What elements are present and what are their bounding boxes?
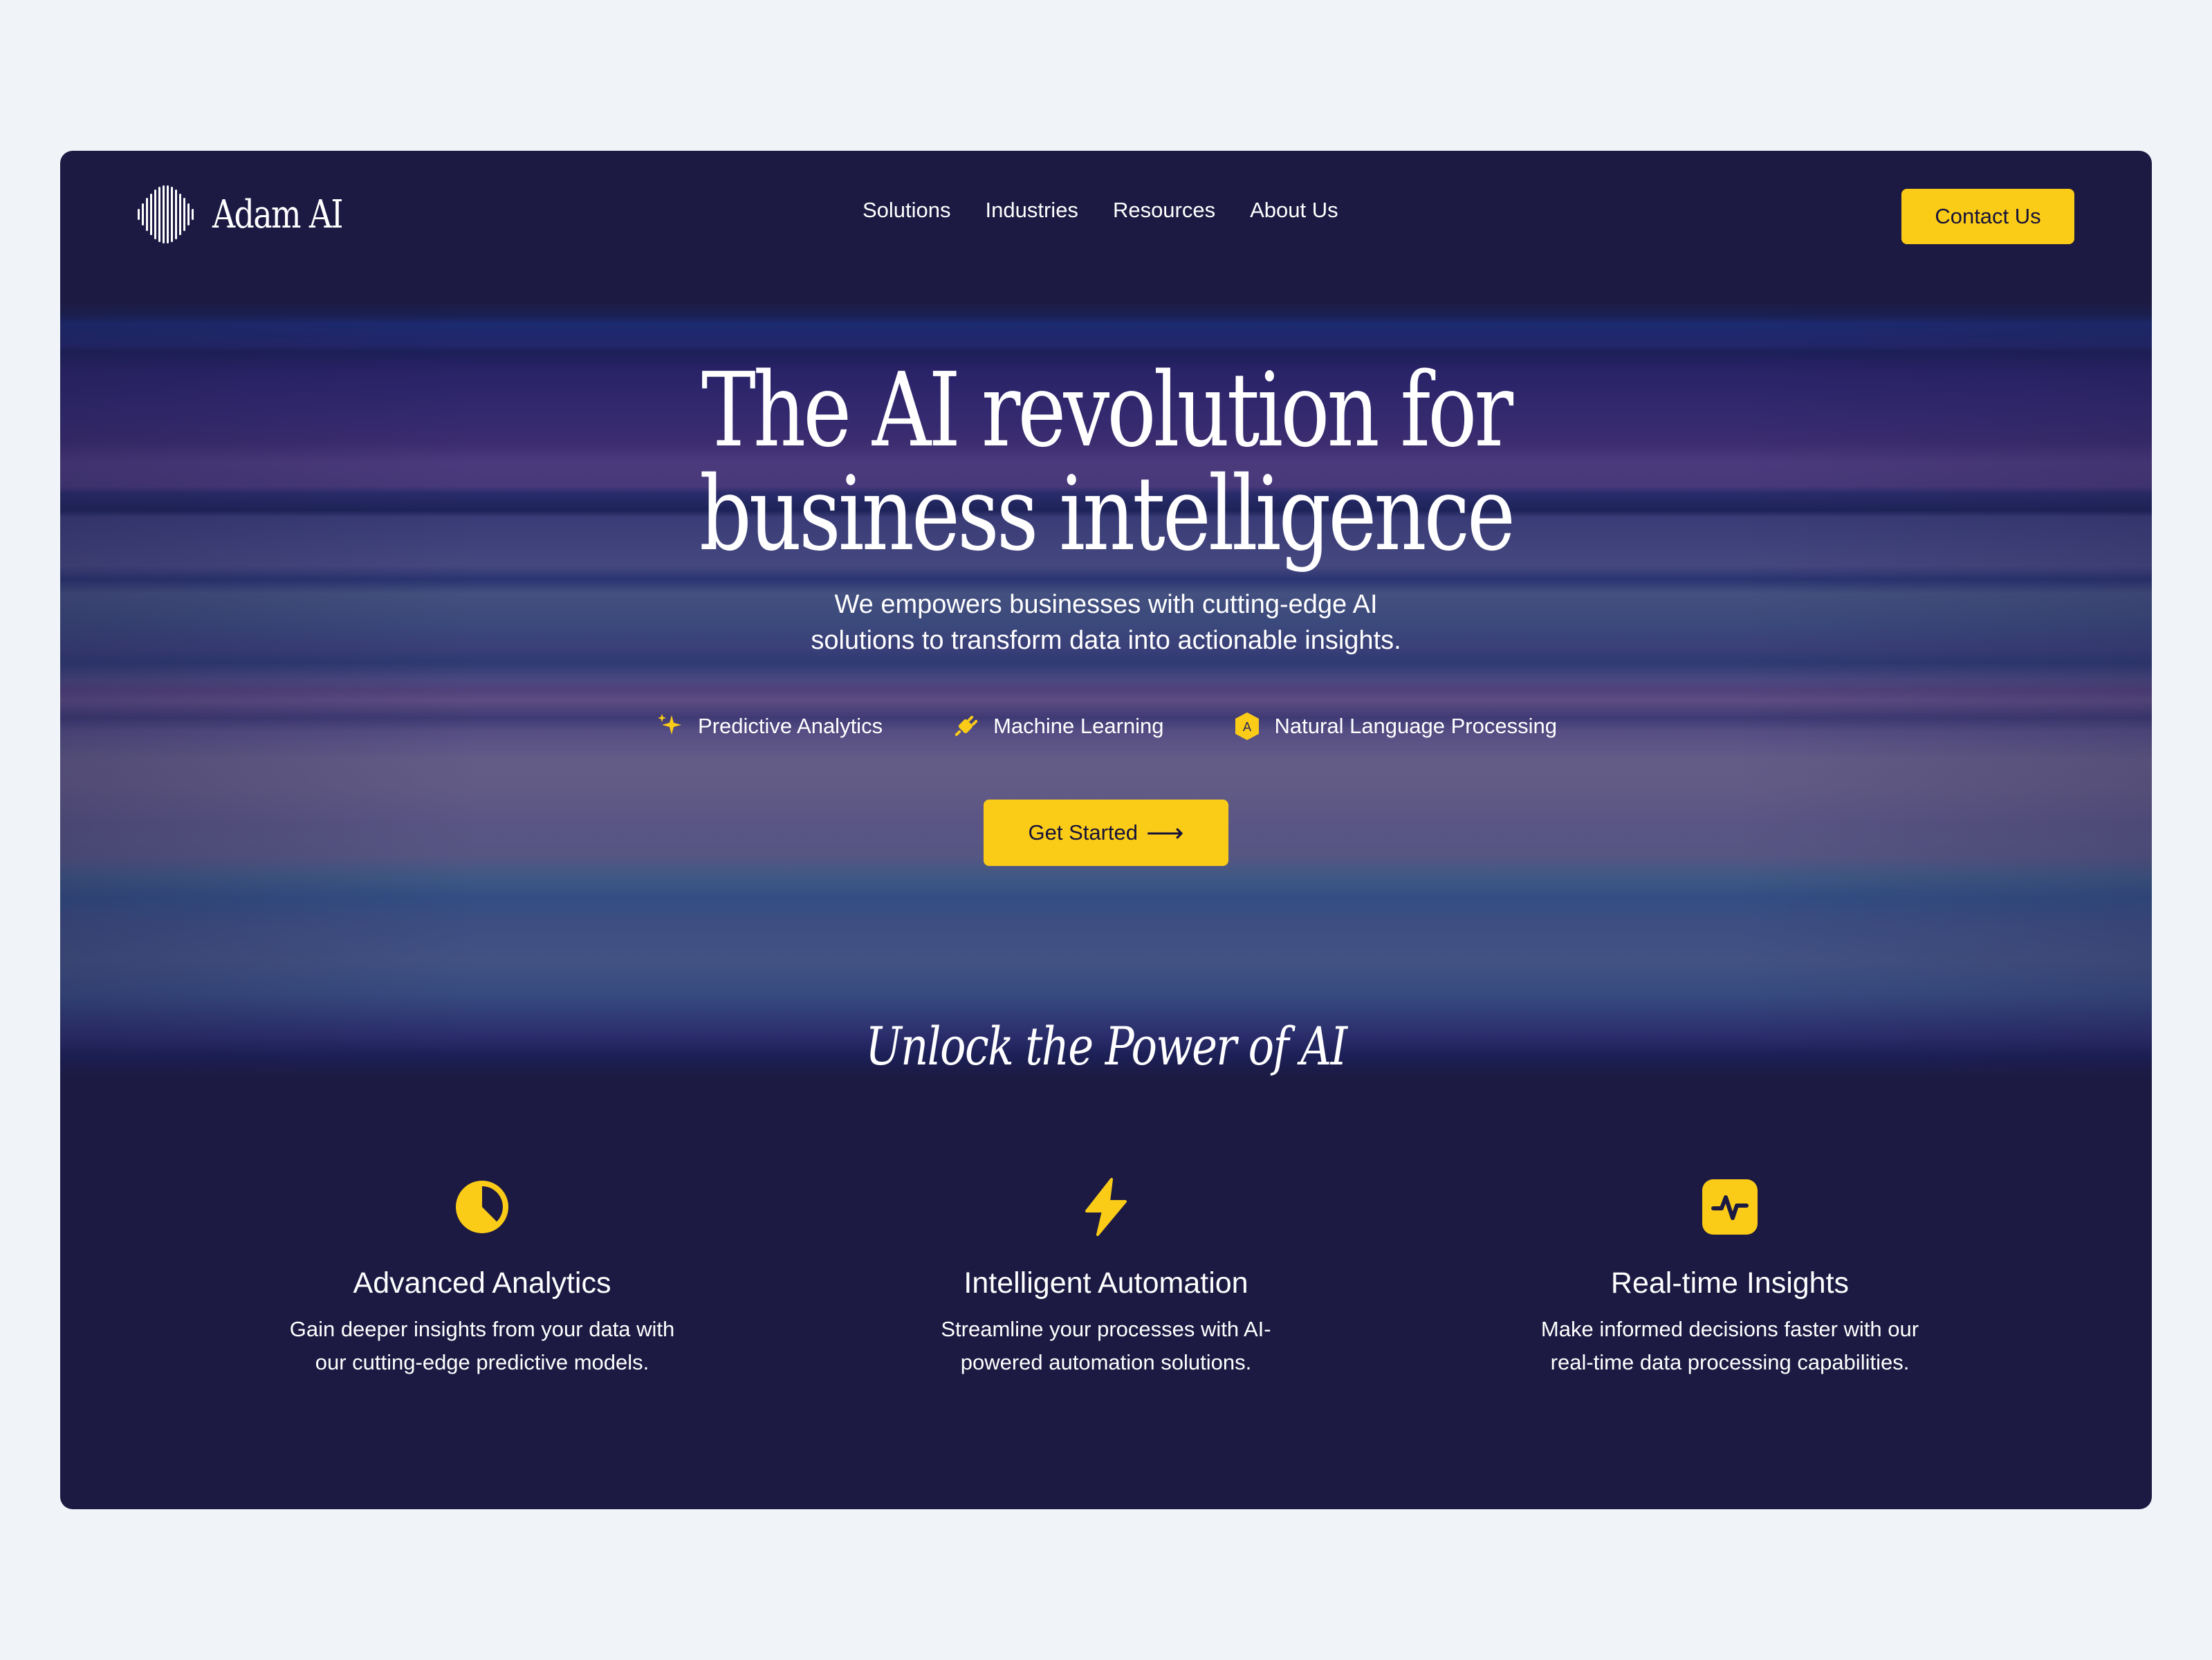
card-description: Streamline your processes with AI- power… xyxy=(885,1313,1327,1379)
arrow-right-icon: ⟶ xyxy=(1146,818,1184,848)
card-desc-line1: Streamline your processes with AI- xyxy=(941,1317,1271,1341)
activity-icon xyxy=(1702,1179,1758,1235)
badge-letter: A xyxy=(1242,720,1251,735)
hero-subtitle-line1: We empowers businesses with cutting-edge… xyxy=(834,590,1378,619)
waveform-logo-icon xyxy=(138,185,194,243)
nav-link-industries[interactable]: Industries xyxy=(986,198,1078,223)
card-title: Intelligent Automation xyxy=(964,1266,1248,1300)
brand-name: Adam AI xyxy=(212,192,344,237)
lightning-icon xyxy=(1085,1178,1127,1236)
card-intelligent-automation: Intelligent Automation Streamline your p… xyxy=(857,1178,1355,1379)
nav-link-about-us[interactable]: About Us xyxy=(1250,198,1338,223)
nav-link-resources[interactable]: Resources xyxy=(1113,198,1215,223)
contact-us-button[interactable]: Contact Us xyxy=(1901,189,2074,244)
card-desc-line1: Gain deeper insights from your data with xyxy=(289,1317,675,1341)
plug-icon xyxy=(955,715,978,737)
card-description: Gain deeper insights from your data with… xyxy=(261,1313,703,1379)
card-title: Real-time Insights xyxy=(1610,1266,1850,1300)
feature-list: Predictive Analytics Machine Learning A … xyxy=(60,711,2152,741)
brand-logo[interactable]: Adam AI xyxy=(136,184,371,245)
main-nav: Solutions Industries Resources About Us xyxy=(863,198,1388,223)
page-card: Adam AI Solutions Industries Resources A… xyxy=(60,151,2152,1509)
feature-label: Natural Language Processing xyxy=(1274,714,1557,738)
hero-subtitle-line2: solutions to transform data into actiona… xyxy=(811,626,1401,655)
hero-title-line1: The AI revolution for xyxy=(701,351,1513,470)
section-title-text: Unlock the Power of AI xyxy=(865,1015,1347,1077)
hero-title-line2: business intelligence xyxy=(699,454,1515,573)
sparkle-icon xyxy=(658,714,682,735)
card-desc-line2: our cutting-edge predictive models. xyxy=(315,1350,649,1374)
card-desc-line1: Make informed decisions faster with our xyxy=(1540,1317,1919,1341)
language-badge-icon: A xyxy=(1235,712,1259,740)
card-advanced-analytics: Advanced Analytics Gain deeper insights … xyxy=(233,1178,731,1379)
card-desc-line2: powered automation solutions. xyxy=(960,1350,1252,1374)
feature-label: Predictive Analytics xyxy=(698,714,883,738)
section-title: Unlock the Power of AI xyxy=(60,1015,2152,1077)
hero-subtitle: We empowers businesses with cutting-edge… xyxy=(60,587,2152,658)
get-started-label: Get Started xyxy=(1028,820,1139,845)
hero-title: The AI revolution for business intellige… xyxy=(60,358,2152,566)
card-title: Advanced Analytics xyxy=(353,1266,611,1300)
get-started-button[interactable]: Get Started ⟶ xyxy=(984,800,1228,866)
pie-chart-icon xyxy=(456,1181,508,1233)
card-desc-line2: real-time data processing capabilities. xyxy=(1550,1350,1910,1374)
feature-label: Machine Learning xyxy=(993,714,1164,738)
feature-predictive-analytics: Predictive Analytics xyxy=(655,711,883,741)
feature-nlp: A Natural Language Processing xyxy=(1232,711,1557,741)
nav-link-solutions[interactable]: Solutions xyxy=(863,198,951,223)
card-realtime-insights: Real-time Insights Make informed decisio… xyxy=(1481,1178,1979,1379)
feature-machine-learning: Machine Learning xyxy=(950,711,1164,741)
card-description: Make informed decisions faster with our … xyxy=(1509,1313,1951,1379)
